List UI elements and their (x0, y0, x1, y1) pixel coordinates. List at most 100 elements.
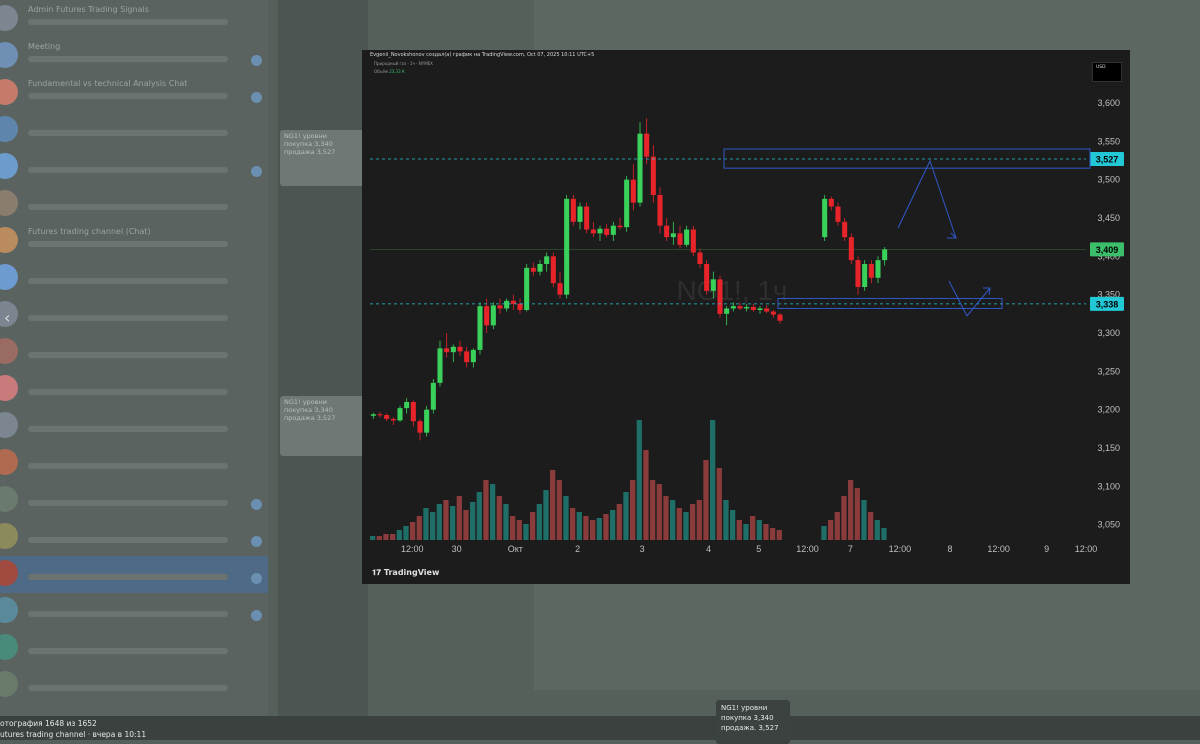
candle-body (404, 402, 410, 409)
candle-body (497, 305, 503, 309)
candle-body (677, 233, 683, 245)
tradingview-logo-icon: 𝟏𝟕 (372, 568, 381, 577)
chat-list-item[interactable] (0, 593, 268, 630)
x-tick-label: 12:00 (401, 544, 424, 554)
chat-list-item[interactable] (0, 334, 268, 371)
volume-bar (376, 536, 382, 540)
volume-bar (370, 536, 376, 540)
candle-body (822, 198, 828, 238)
y-tick-label: 3,300 (1097, 328, 1120, 338)
candle-body (777, 314, 783, 321)
x-tick-label: 4 (706, 544, 711, 554)
chat-list-item[interactable]: Futures trading channel (Chat) (0, 223, 268, 260)
chat-list-item[interactable] (0, 149, 268, 186)
candle-body (664, 225, 670, 238)
candle-body (390, 418, 396, 421)
chat-list-item[interactable] (0, 519, 268, 556)
chat-preview (28, 56, 228, 62)
chat-list-item[interactable] (0, 260, 268, 297)
y-tick-label: 3,250 (1097, 366, 1120, 376)
chat-list-item[interactable] (0, 371, 268, 408)
chat-title: Futures trading channel (Chat) (28, 227, 151, 236)
volume-bar (703, 460, 709, 540)
chat-avatar (0, 79, 18, 105)
previous-photo-arrow-icon[interactable]: ‹ (4, 308, 10, 327)
x-tick-label: 8 (947, 544, 952, 554)
chat-list-item[interactable] (0, 186, 268, 223)
volume-bar (510, 516, 516, 540)
chat-list-item[interactable] (0, 630, 268, 667)
chat-list-item[interactable] (0, 667, 268, 704)
chat-avatar (0, 375, 18, 401)
chat-list-item[interactable] (0, 297, 268, 334)
volume-bar (536, 504, 542, 540)
chat-preview (28, 93, 228, 99)
candle-body (855, 260, 861, 287)
unread-badge (251, 610, 262, 621)
candle-body (657, 195, 663, 226)
chat-list-item[interactable]: Admin Futures Trading Signals (0, 1, 268, 38)
chat-preview (28, 685, 228, 691)
volume-bar (770, 528, 776, 540)
chat-list-item[interactable] (0, 556, 268, 593)
volume-bar (450, 506, 456, 540)
support-zone (777, 298, 1003, 309)
chat-list-item[interactable]: Fundamental vs technical Analysis Chat (0, 75, 268, 112)
chat-list-item[interactable]: Meeting (0, 38, 268, 75)
message-line: NG1! уровни (284, 132, 327, 140)
volume-bar (523, 524, 529, 540)
x-tick-label: 30 (452, 544, 462, 554)
candle-body (377, 414, 383, 416)
candle-body (737, 306, 743, 309)
y-tick-label: 3,500 (1097, 175, 1120, 185)
x-tick-label: 9 (1044, 544, 1049, 554)
x-tick-label: 12:00 (796, 544, 819, 554)
chat-avatar (0, 227, 18, 253)
candle-body (842, 221, 848, 238)
volume-bar (848, 480, 854, 540)
candle-body (750, 306, 756, 310)
candle-body (828, 198, 834, 207)
candle-body (437, 348, 443, 383)
candle-body (530, 267, 536, 272)
unread-badge (251, 166, 262, 177)
volume-bar (596, 518, 602, 540)
chat-list-panel: Admin Futures Trading Signals Meeting Fund… (0, 0, 268, 720)
chat-avatar (0, 560, 18, 586)
message-line: продажа 3,527 (284, 148, 336, 156)
candle-body (644, 133, 650, 157)
chat-preview (28, 167, 228, 173)
chat-list-item[interactable] (0, 112, 268, 149)
x-tick-label: 7 (848, 544, 853, 554)
tradingview-logo: 𝟏𝟕 TradingView (372, 568, 439, 578)
candle-body (610, 225, 616, 235)
candle-body (764, 308, 770, 312)
chat-avatar (0, 523, 18, 549)
unread-badge (251, 499, 262, 510)
chart-image: Evgenii_Novokshonov создал(а) график на … (362, 50, 1130, 584)
candle-body (490, 305, 496, 326)
candle-body (704, 264, 710, 291)
chat-preview (28, 204, 228, 210)
chat-preview (28, 463, 228, 469)
chat-title: Admin Futures Trading Signals (28, 5, 149, 14)
price-label-text: 3,409 (1096, 245, 1119, 255)
x-tick-label: 5 (756, 544, 761, 554)
message-line: покупка 3,340 (284, 140, 333, 148)
volume-bar (576, 512, 582, 540)
photo-caption: NG1! уровни покупка 3,340 продажа. 3,527 (716, 700, 790, 744)
forecast-arrow-path (897, 159, 957, 239)
chat-list-item[interactable] (0, 408, 268, 445)
tradingview-logo-text: TradingView (383, 568, 440, 577)
volume-bar (623, 492, 629, 540)
volume-bar (643, 450, 649, 540)
chat-list-item[interactable] (0, 445, 268, 482)
viewer-bottom-bar: отография 1648 из 1652 utures trading ch… (0, 716, 1200, 740)
candle-body (584, 206, 590, 230)
message-card: NG1! уровни покупка 3,340 продажа 3,527 (280, 130, 366, 186)
volume-bar (396, 530, 402, 540)
chat-list-item[interactable] (0, 482, 268, 519)
message-text: NG1! уровни покупка 3,340 продажа 3,527 (280, 396, 366, 424)
chat-preview (28, 389, 228, 395)
chat-preview (28, 315, 228, 321)
